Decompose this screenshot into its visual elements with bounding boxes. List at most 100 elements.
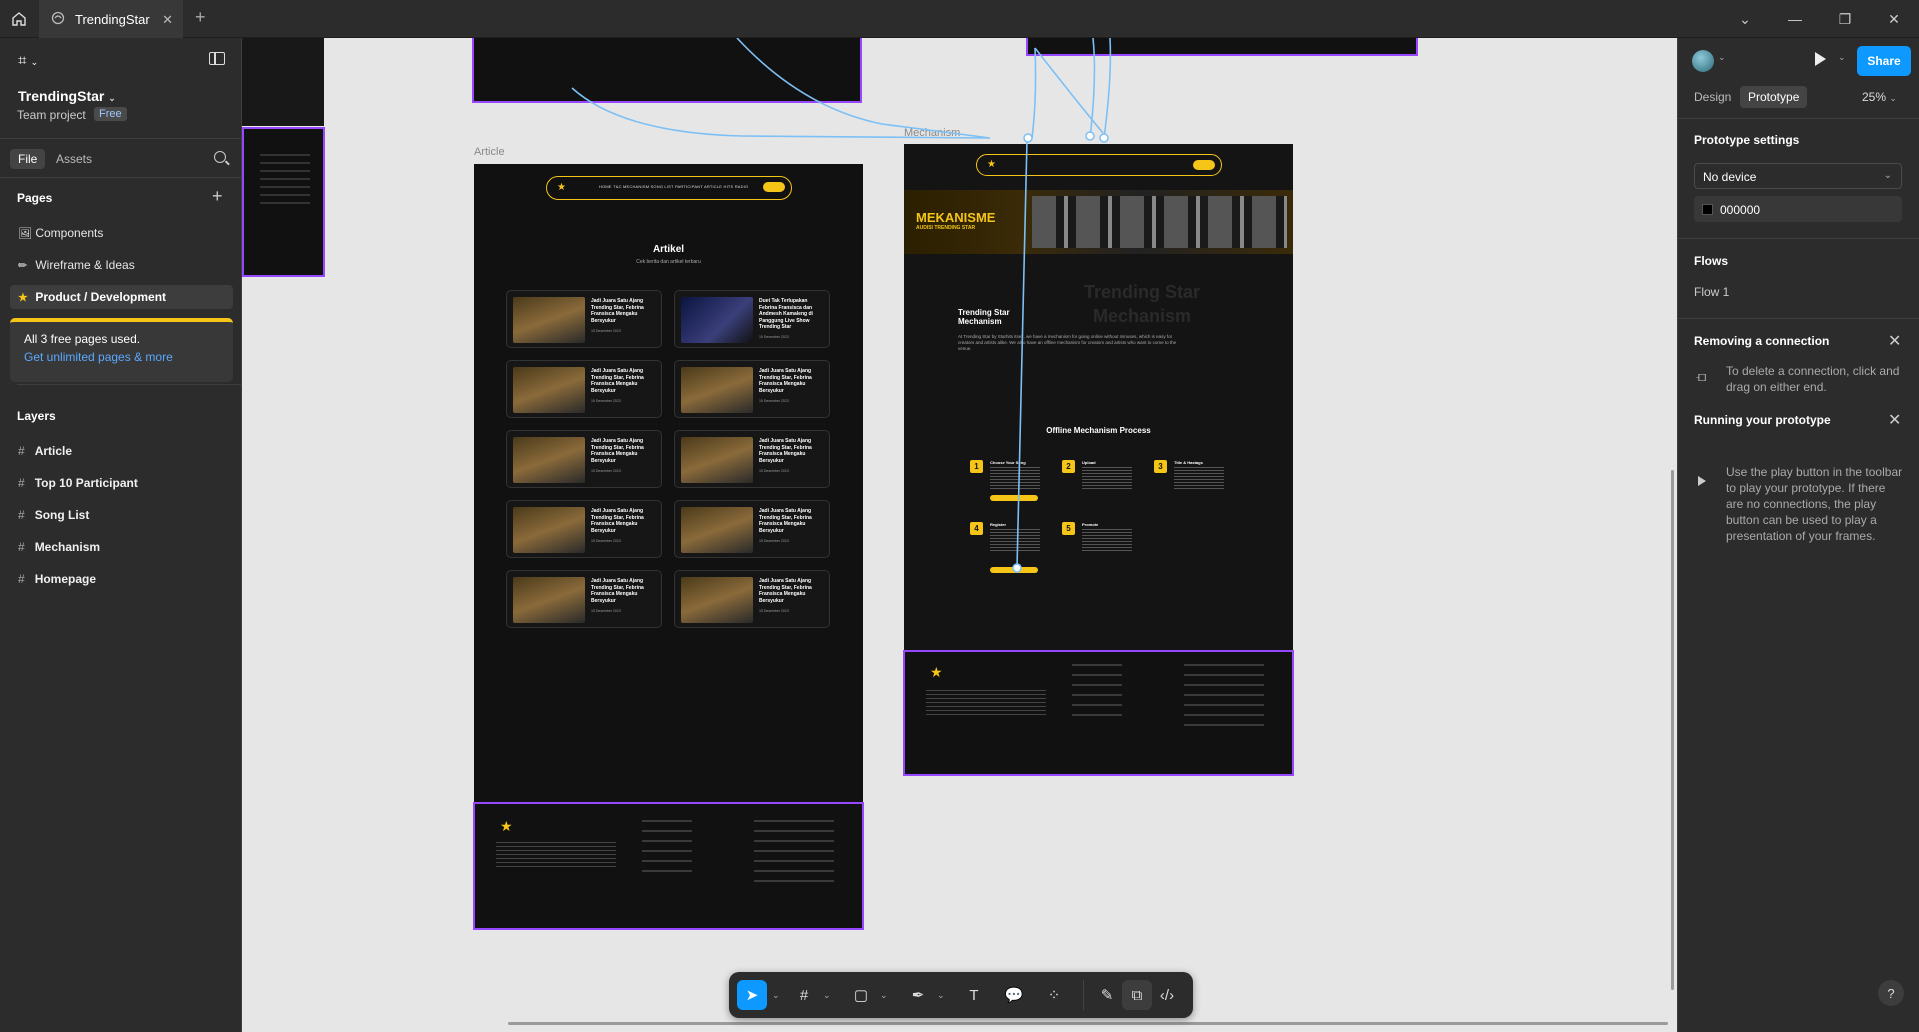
- horizontal-scrollbar[interactable]: [508, 1022, 1668, 1025]
- star-icon: ★: [18, 292, 28, 304]
- color-swatch[interactable]: [1702, 204, 1713, 215]
- close-tab-icon[interactable]: ✕: [162, 12, 173, 28]
- file-assets-tabs: File Assets: [0, 138, 242, 178]
- move-tool-icon[interactable]: ➤: [737, 980, 767, 1010]
- connection-handle: [1099, 133, 1109, 143]
- actions-tool-icon[interactable]: ⁘: [1039, 980, 1069, 1010]
- add-page-icon[interactable]: +: [212, 186, 223, 207]
- avatar[interactable]: [1692, 50, 1714, 72]
- right-panel: ⌄ ⌄ Share Design Prototype 25% ⌄ Prototy…: [1677, 38, 1919, 1032]
- layer-songlist[interactable]: # Song List: [18, 508, 89, 522]
- chevron-down-icon[interactable]: ⌄: [1718, 52, 1726, 63]
- tab-prototype[interactable]: Prototype: [1740, 86, 1808, 108]
- project-name[interactable]: TrendingStar ⌄: [18, 88, 116, 104]
- toolbar-divider: [1083, 980, 1084, 1010]
- design-mode-icon[interactable]: ⧉: [1122, 980, 1152, 1010]
- tab-assets[interactable]: Assets: [48, 149, 100, 169]
- removing-connection-text: To delete a connection, click and drag o…: [1726, 364, 1900, 394]
- connection-line: [1016, 139, 1028, 569]
- pages-header: Pages: [17, 191, 53, 205]
- notice-text: All 3 free pages used.: [24, 332, 141, 346]
- close-icon[interactable]: ✕: [1888, 410, 1901, 430]
- text-tool-icon[interactable]: T: [959, 980, 989, 1010]
- close-icon[interactable]: ✕: [1888, 331, 1901, 351]
- disconnect-icon: ⟤: [1696, 368, 1707, 384]
- zoom-level[interactable]: 25% ⌄: [1862, 90, 1897, 104]
- tab-design[interactable]: Design: [1686, 86, 1739, 108]
- device-select[interactable]: No device ⌄: [1694, 163, 1902, 189]
- tab-file[interactable]: File: [10, 149, 46, 169]
- layers-header: Layers: [17, 384, 242, 423]
- background-color-field[interactable]: 000000: [1694, 196, 1902, 222]
- play-icon: [1698, 476, 1706, 486]
- team-label: Team project: [17, 108, 86, 122]
- connection-handle: [1085, 131, 1095, 141]
- page-item-components[interactable]: 🖼 Components: [10, 221, 233, 245]
- vertical-scrollbar[interactable]: [1671, 470, 1674, 990]
- chevron-down-icon[interactable]: ⌄: [880, 990, 888, 1001]
- search-icon[interactable]: [214, 151, 226, 163]
- page-item-product[interactable]: ★ Product / Development: [10, 285, 233, 309]
- restore-icon[interactable]: ❐: [1820, 0, 1870, 38]
- help-button[interactable]: ?: [1878, 980, 1904, 1006]
- toggle-sidebar-icon[interactable]: [209, 52, 225, 65]
- layer-homepage[interactable]: # Homepage: [18, 572, 96, 586]
- chevron-down-icon[interactable]: ⌄: [1838, 52, 1846, 63]
- page-item-wireframe[interactable]: ✏ Wireframe & Ideas: [10, 253, 233, 277]
- pencil-icon: ✏: [18, 260, 28, 272]
- prototype-settings-header: Prototype settings: [1694, 133, 1800, 147]
- flows-header: Flows: [1694, 254, 1729, 268]
- chevron-down-icon: ⌄: [1883, 170, 1892, 181]
- connection-line: [1031, 47, 1037, 139]
- comment-tool-icon[interactable]: 💬: [999, 980, 1029, 1010]
- chevron-down-icon[interactable]: ⌄: [1720, 0, 1770, 38]
- connection-line: [1034, 47, 1104, 134]
- divider: [1678, 318, 1919, 319]
- running-prototype-header: Running your prototype: [1694, 413, 1831, 427]
- removing-connection-header: Removing a connection: [1694, 334, 1830, 348]
- running-prototype-text: Use the play button in the toolbar to pl…: [1726, 465, 1903, 543]
- draw-mode-icon[interactable]: ✎: [1092, 980, 1122, 1010]
- home-icon[interactable]: [4, 4, 34, 34]
- layer-top10[interactable]: # Top 10 Participant: [18, 476, 138, 490]
- file-tab[interactable]: TrendingStar ✕: [39, 0, 183, 38]
- connection-line: [736, 38, 991, 139]
- minimize-icon[interactable]: —: [1770, 0, 1820, 38]
- frame-icon: #: [18, 540, 25, 554]
- canvas[interactable]: Article ★ HOME T&C MECHANISM SONG LIST P…: [242, 38, 1677, 1032]
- chevron-down-icon[interactable]: ⌄: [772, 990, 780, 1001]
- figma-file-icon: [51, 11, 65, 28]
- chevron-down-icon[interactable]: ⌄: [823, 990, 831, 1001]
- main-menu-icon[interactable]: ⌗ ⌄: [18, 52, 38, 69]
- divider: [1678, 118, 1919, 119]
- close-window-icon[interactable]: ✕: [1869, 0, 1919, 38]
- file-tab-title: TrendingStar: [75, 11, 150, 27]
- connection-handle: [1023, 133, 1033, 143]
- layer-mechanism[interactable]: # Mechanism: [18, 540, 100, 554]
- page-label: Components: [35, 226, 104, 240]
- rectangle-tool-icon[interactable]: ▢: [846, 980, 876, 1010]
- prototype-connections[interactable]: [242, 38, 1677, 1032]
- layer-article[interactable]: # Article: [18, 444, 72, 458]
- plan-badge: Free: [94, 107, 127, 121]
- frame-tool-icon[interactable]: #: [789, 980, 819, 1010]
- page-label: Product / Development: [35, 290, 167, 304]
- left-panel: ⌗ ⌄ TrendingStar ⌄ Team project Free Fil…: [0, 38, 242, 1032]
- flow-item[interactable]: Flow 1: [1694, 285, 1729, 299]
- bottom-toolbar: ➤ ⌄ # ⌄ ▢ ⌄ ✒ ⌄ T 💬 ⁘ ✎ ⧉ ‹/›: [729, 972, 1193, 1018]
- divider: [1678, 238, 1919, 239]
- frame-icon: #: [18, 572, 25, 586]
- title-bar: TrendingStar ✕ + ⌄ — ❐ ✕: [0, 0, 1919, 38]
- image-icon: 🖼: [18, 228, 32, 240]
- share-button[interactable]: Share: [1857, 46, 1911, 76]
- new-tab-icon[interactable]: +: [195, 7, 206, 28]
- dev-mode-icon[interactable]: ‹/›: [1152, 980, 1182, 1010]
- connection-line: [1103, 38, 1112, 139]
- upgrade-link[interactable]: Get unlimited pages & more: [24, 350, 233, 364]
- page-label: Wireframe & Ideas: [35, 258, 135, 272]
- chevron-down-icon[interactable]: ⌄: [937, 990, 945, 1001]
- play-icon[interactable]: [1815, 52, 1826, 66]
- frame-icon: #: [18, 444, 25, 458]
- pen-tool-icon[interactable]: ✒: [903, 980, 933, 1010]
- pages-limit-notice: All 3 free pages used. Get unlimited pag…: [10, 318, 233, 382]
